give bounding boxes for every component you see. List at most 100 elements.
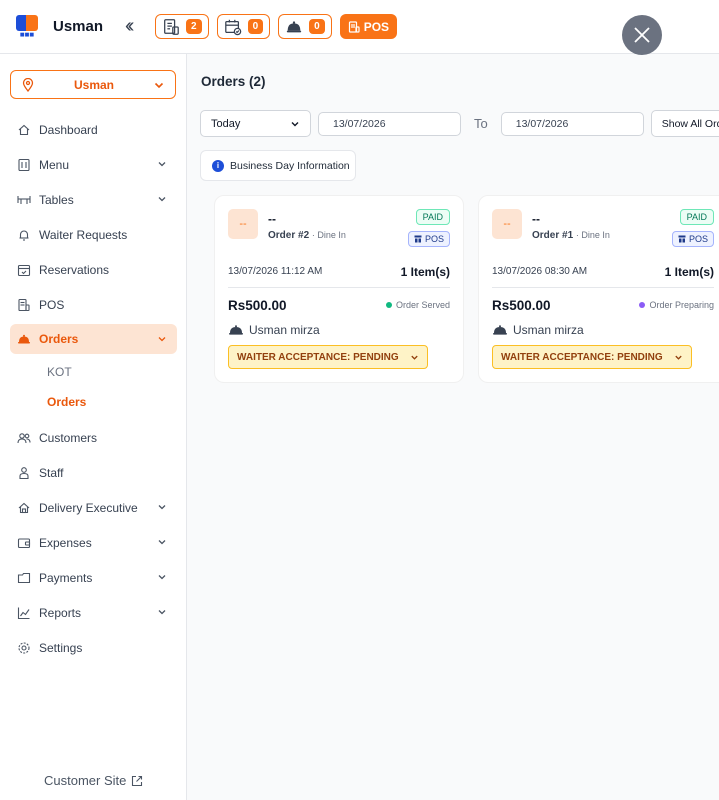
order-number: Order #1 · Dine In	[532, 230, 610, 241]
sidebar-item-expenses[interactable]: Expenses	[0, 525, 187, 560]
sidebar-nav: Dashboard Menu Tables Waiter Requests Re…	[0, 112, 187, 665]
order-datetime: 13/07/2026 08:30 AM	[492, 266, 588, 277]
chevron-down-icon	[291, 121, 299, 126]
to-date-input[interactable]: 13/07/2026	[500, 111, 644, 136]
status-dot	[639, 302, 646, 308]
waiter-requests-count: 0	[309, 19, 325, 34]
from-date-input[interactable]: 13/07/2026	[318, 111, 461, 136]
chevron-down-icon	[675, 355, 682, 360]
top-bar: ■■■ Usman ‹‹ 2 0 0 POS	[0, 0, 719, 54]
business-day-info-button[interactable]: i Business Day Information	[200, 150, 356, 181]
wallet-icon	[17, 537, 31, 548]
order-status: Order Preparing	[639, 300, 714, 310]
close-button[interactable]	[622, 15, 662, 55]
period-select[interactable]: Today	[200, 110, 311, 137]
sidebar-item-reports[interactable]: Reports	[0, 595, 187, 630]
order-amount: Rs500.00	[228, 298, 287, 313]
order-status: Order Served	[385, 300, 450, 310]
sidebar-item-staff[interactable]: Staff	[0, 455, 187, 490]
external-link-icon	[132, 775, 143, 786]
chevron-down-icon	[158, 197, 166, 202]
pos-icon	[678, 235, 686, 243]
main-content: Orders (2) Today 13/07/2026 To 13/07/202…	[187, 54, 719, 800]
waiter-acceptance-dropdown[interactable]: WAITER ACCEPTANCE: PENDING	[228, 345, 428, 369]
order-card[interactable]: -- -- Order #1 · Dine In PAID POS 13/07/…	[478, 195, 719, 383]
customer-name: --	[268, 212, 276, 226]
users-icon	[17, 432, 31, 443]
chevron-down-icon	[154, 82, 164, 88]
payments-icon	[17, 572, 31, 583]
app-logo[interactable]: ■■■	[14, 12, 40, 42]
sidebar-item-reservations[interactable]: Reservations	[0, 252, 187, 287]
chart-icon	[17, 607, 30, 619]
waiter-requests-count-button[interactable]: 0	[278, 14, 332, 39]
orders-receipt-icon	[164, 18, 179, 35]
sidebar-item-label: Dashboard	[39, 122, 98, 137]
order-filter-select[interactable]: Show All Orders	[650, 110, 719, 137]
sidebar-item-customers[interactable]: Customers	[0, 420, 187, 455]
pos-button[interactable]: POS	[339, 14, 398, 39]
order-datetime: 13/07/2026 11:12 AM	[228, 266, 323, 277]
sidebar-item-payments[interactable]: Payments	[0, 560, 187, 595]
customer-site-link[interactable]: Customer Site	[44, 773, 144, 788]
sidebar-item-menu[interactable]: Menu	[0, 147, 187, 182]
sidebar-item-label: Menu	[39, 157, 70, 172]
branch-name: Usman	[73, 77, 114, 92]
waiter-name: Usman mirza	[249, 323, 320, 337]
card-divider	[492, 287, 714, 288]
sidebar-item-dashboard[interactable]: Dashboard	[0, 112, 187, 147]
orders-count: 2	[186, 19, 202, 34]
pos-label: POS	[363, 19, 390, 34]
business-day-info-label: Business Day Information	[230, 159, 350, 172]
home-icon	[18, 124, 30, 135]
page-title: Orders (2)	[201, 74, 266, 89]
location-pin-icon	[22, 77, 34, 92]
customer-avatar: --	[492, 209, 522, 239]
sidebar-item-waiter-requests[interactable]: Waiter Requests	[0, 217, 187, 252]
order-card[interactable]: -- -- Order #2 · Dine In PAID POS 13/07/…	[214, 195, 464, 383]
pos-icon	[348, 20, 360, 33]
to-label: To	[474, 116, 488, 131]
sidebar-item-label: Payments	[39, 570, 93, 585]
customer-name: --	[532, 212, 540, 226]
sidebar-item-label: Reservations	[39, 262, 110, 277]
sidebar-item-settings[interactable]: Settings	[0, 630, 187, 665]
brand-name: Usman	[53, 18, 104, 35]
collapse-sidebar-icon[interactable]: ‹‹	[125, 15, 147, 38]
waiter-cloche-icon	[229, 325, 243, 335]
source-badge: POS	[407, 231, 450, 247]
sidebar-item-label: Expenses	[39, 535, 92, 550]
orders-count-button[interactable]: 2	[155, 14, 209, 39]
sidebar-subitem-label: Orders	[47, 395, 87, 409]
waiter-acceptance-dropdown[interactable]: WAITER ACCEPTANCE: PENDING	[492, 345, 692, 369]
gear-icon	[18, 641, 30, 654]
sidebar-subitem-orders[interactable]: Orders	[0, 387, 187, 417]
pos-icon	[414, 235, 422, 243]
pos-icon	[18, 298, 30, 311]
branch-selector[interactable]: Usman	[10, 70, 176, 99]
order-amount: Rs500.00	[492, 298, 551, 313]
sidebar-item-label: Tables	[39, 192, 74, 207]
chevron-down-icon	[158, 162, 166, 167]
bell-icon	[19, 229, 29, 241]
sidebar-item-pos[interactable]: POS	[0, 287, 187, 322]
chevron-down-icon	[158, 575, 166, 580]
sidebar-item-label: Orders	[39, 332, 79, 346]
sidebar-subitem-label: KOT	[47, 365, 72, 379]
paid-badge: PAID	[679, 209, 714, 225]
sidebar-item-orders[interactable]: Orders	[10, 324, 177, 354]
chevron-down-icon	[158, 610, 166, 615]
cloche-icon	[18, 334, 30, 344]
sidebar-subitem-kot[interactable]: KOT	[0, 357, 187, 387]
sidebar-item-delivery-executive[interactable]: Delivery Executive	[0, 490, 187, 525]
order-number-text: Order #1	[532, 230, 574, 241]
chevron-down-icon	[158, 337, 166, 342]
sidebar-item-tables[interactable]: Tables	[0, 182, 187, 217]
order-type: · Dine In	[575, 230, 610, 240]
tables-icon	[17, 195, 31, 204]
order-status-text: Order Preparing	[649, 300, 714, 310]
reservations-count-button[interactable]: 0	[216, 14, 271, 39]
close-icon	[634, 27, 650, 43]
order-type: · Dine In	[311, 230, 346, 240]
order-status-text: Order Served	[395, 300, 450, 310]
